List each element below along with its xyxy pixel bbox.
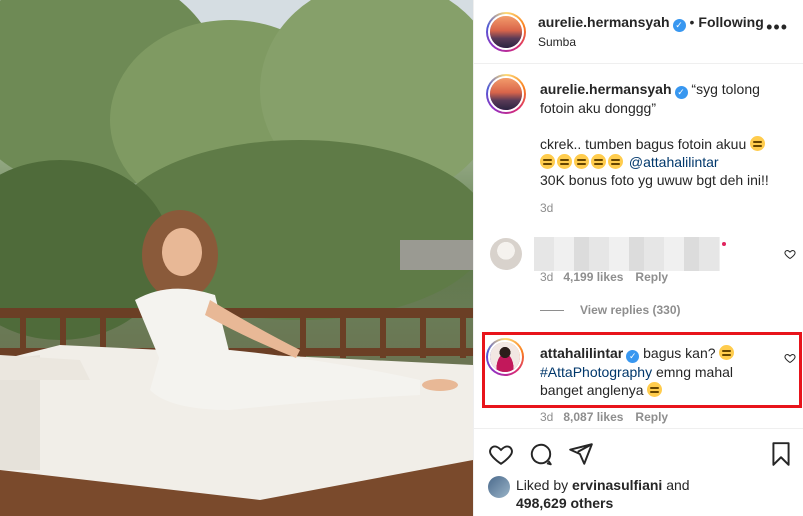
comment-2-username[interactable]: attahalilintar [540, 345, 623, 361]
photo-illustration [0, 0, 473, 516]
winking-tongue-emoji-icon [557, 154, 572, 169]
red-dot-icon [722, 242, 726, 246]
comment-icon[interactable] [528, 441, 554, 467]
comment-1-time[interactable]: 3d [540, 270, 553, 284]
share-icon[interactable] [568, 441, 594, 467]
winking-tongue-emoji-icon [540, 154, 555, 169]
comment-2-reply-button[interactable]: Reply [635, 410, 668, 424]
caption-line-2: fotoin aku donggg” [540, 100, 656, 116]
caption-line-1: “syg tolong [691, 81, 760, 97]
comment-like-heart-icon[interactable] [784, 248, 796, 260]
hushed-face-emoji-icon [591, 154, 606, 169]
blurred-comment-content [534, 237, 720, 271]
replies-divider-line [540, 310, 564, 312]
author-username[interactable]: aurelie.hermansyah [538, 14, 670, 30]
caption-line-5: 30K bonus foto yg uwuw bgt deh ini!! [540, 172, 769, 188]
sunglasses-emoji-icon [719, 345, 735, 360]
caption-author-avatar[interactable] [486, 74, 526, 114]
comment-2-text-end: banget anglenya [540, 382, 644, 398]
caption-timestamp[interactable]: 3d [540, 201, 553, 215]
caption-text: aurelie.hermansyah ✓ “syg tolong fotoin a… [540, 80, 790, 189]
comment-1-likes[interactable]: 4,199 likes [563, 270, 623, 284]
hushed-face-emoji-icon [574, 154, 589, 169]
likes-summary[interactable]: Liked by ervinasulfiani and 498,629 othe… [516, 476, 690, 512]
following-button[interactable]: Following [698, 14, 763, 30]
likes-others-count[interactable]: 498,629 others [516, 495, 613, 511]
verified-badge-icon: ✓ [626, 350, 640, 363]
liked-by-prefix: Liked by [516, 477, 569, 493]
author-avatar[interactable] [486, 12, 526, 52]
post-location[interactable]: Sumba [538, 35, 576, 49]
ellipsis-icon[interactable]: ••• [766, 18, 788, 36]
caption-author-username[interactable]: aurelie.hermansyah [540, 81, 672, 97]
post-detail-panel: aurelie.hermansyah ✓ • Following Sumba ••• … [473, 0, 803, 516]
comment-2-text-start: bagus kan? [643, 345, 716, 361]
comment-like-heart-icon[interactable] [784, 352, 796, 364]
comment-2-meta: 3d 8,087 likes Reply [540, 410, 668, 424]
verified-badge-icon: ✓ [672, 19, 686, 32]
view-replies-button[interactable]: View replies (330) [540, 303, 681, 317]
comment-1-meta: 3d 4,199 likes Reply [540, 270, 668, 284]
comment-2-text-mid: emng mahal [655, 364, 734, 380]
post-photo[interactable] [0, 0, 473, 516]
comment-2-likes[interactable]: 8,087 likes [563, 410, 623, 424]
caption-line-3: ckrek.. tumben bagus fotoin akuu [540, 136, 747, 152]
comment-2-hashtag[interactable]: #AttaPhotography [540, 364, 652, 380]
liker-avatar[interactable] [488, 476, 510, 498]
caption-mention-link[interactable]: @attahalilintar [629, 154, 719, 170]
bookmark-icon[interactable] [768, 441, 794, 467]
commenter-avatar[interactable] [490, 238, 522, 270]
verified-badge-icon: ✓ [674, 86, 688, 99]
post-header: aurelie.hermansyah ✓ • Following Sumba ••• [474, 0, 803, 64]
comment-1-reply-button[interactable]: Reply [635, 270, 668, 284]
view-replies-label: View replies (330) [580, 303, 681, 317]
attahalilintar-avatar[interactable] [486, 338, 524, 376]
heart-icon[interactable] [488, 441, 514, 467]
liked-by-and: and [666, 477, 690, 493]
comment-2-time[interactable]: 3d [540, 410, 553, 424]
hushed-face-emoji-icon [608, 154, 623, 169]
liker-username[interactable]: ervinasulfiani [572, 477, 662, 493]
sunglasses-emoji-icon [647, 382, 663, 397]
comment-2-text: attahalilintar ✓ bagus kan? #AttaPhotogra… [540, 344, 780, 399]
action-bar: Liked by ervinasulfiani and 498,629 othe… [474, 428, 803, 516]
winking-tongue-emoji-icon [750, 136, 766, 151]
separator-dot: • [689, 14, 695, 30]
